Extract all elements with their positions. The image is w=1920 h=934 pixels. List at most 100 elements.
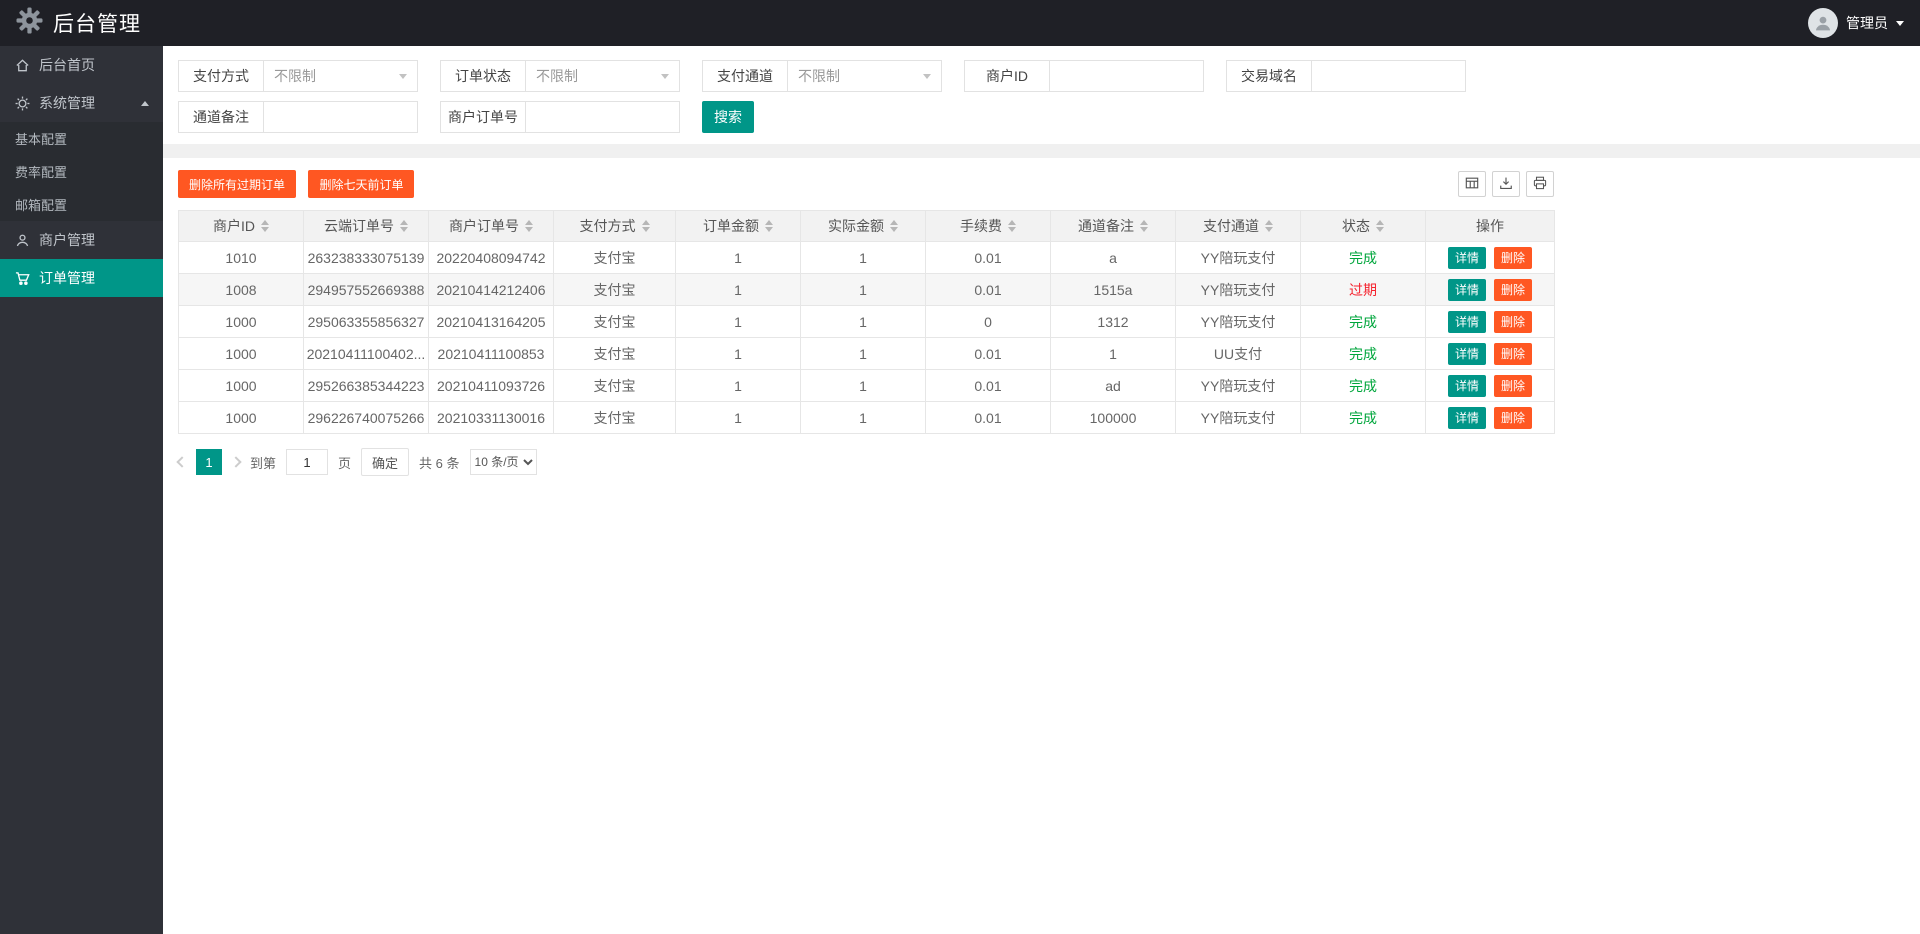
- channel-note-input[interactable]: [263, 101, 418, 133]
- order-status-select[interactable]: 不限制: [525, 60, 680, 92]
- search-button[interactable]: 搜索: [702, 101, 754, 133]
- cell-fee: 0.01: [925, 401, 1051, 434]
- table-row: 1000 20210411100402... 20210411100853 支付宝 1 1…: [178, 337, 1555, 370]
- page-size-select[interactable]: 10 条/页: [469, 449, 537, 475]
- prev-page-button[interactable]: [176, 456, 188, 468]
- sort-icon[interactable]: [525, 220, 533, 232]
- sidebar-item-rate-config[interactable]: 费率配置: [0, 155, 163, 188]
- column-label: 操作: [1476, 218, 1504, 234]
- sidebar-item-merchant[interactable]: 商户管理: [0, 221, 163, 259]
- cell-merchant_order_no: 20210414212406: [428, 273, 554, 306]
- delete-expired-orders-button[interactable]: 删除所有过期订单: [178, 170, 297, 198]
- sidebar-item-system[interactable]: 系统管理: [0, 84, 163, 122]
- cell-merchant_order_no: 20210413164205: [428, 305, 554, 338]
- sidebar-item-basic-config[interactable]: 基本配置: [0, 122, 163, 155]
- delete-button[interactable]: 删除: [1494, 342, 1533, 365]
- sidebar-item-label: 系统管理: [39, 95, 95, 111]
- table-head: 商户ID 云端订单号 商户订单号 支付方式 订单金额 实际金额 手续费 通道备注 支付通道 状态 操…: [178, 210, 1555, 242]
- cell-order_amount: 1: [675, 273, 801, 306]
- confirm-page-button[interactable]: 确定: [361, 448, 410, 476]
- home-icon: [14, 57, 30, 73]
- cell-pay_method: 支付宝: [553, 273, 676, 306]
- next-page-button[interactable]: [230, 456, 242, 468]
- sidebar-item-label: 商户管理: [39, 232, 95, 248]
- cell-actual_amount: 1: [800, 369, 926, 402]
- filter-field-pay-channel: 支付通道 不限制: [702, 60, 942, 92]
- status-text: 完成: [1349, 249, 1377, 266]
- sort-icon[interactable]: [1140, 220, 1148, 232]
- user-menu[interactable]: 管理员: [1808, 8, 1904, 38]
- pay-method-select[interactable]: 不限制: [263, 60, 418, 92]
- detail-button[interactable]: 详情: [1447, 278, 1486, 301]
- status-text: 完成: [1349, 313, 1377, 330]
- delete-button[interactable]: 删除: [1494, 406, 1533, 429]
- sidebar-item-mail-config[interactable]: 邮箱配置: [0, 188, 163, 221]
- delete-button[interactable]: 删除: [1494, 246, 1533, 269]
- sort-icon[interactable]: [765, 220, 773, 232]
- cell-pay_channel: YY陪玩支付: [1175, 369, 1301, 402]
- sidebar-item-orders[interactable]: 订单管理: [0, 259, 163, 297]
- select-value: 不限制: [536, 68, 578, 84]
- detail-button[interactable]: 详情: [1447, 310, 1486, 333]
- delete-button[interactable]: 删除: [1494, 278, 1533, 301]
- sidebar-item-label: 邮箱配置: [15, 198, 68, 213]
- column-header-fee[interactable]: 手续费: [925, 210, 1051, 242]
- current-page[interactable]: 1: [196, 449, 222, 475]
- trade-domain-input[interactable]: [1311, 60, 1466, 92]
- detail-button[interactable]: 详情: [1447, 374, 1486, 397]
- column-header-pay_method[interactable]: 支付方式: [553, 210, 676, 242]
- cell-pay_method: 支付宝: [553, 241, 676, 274]
- cell-cloud_order_no: 295063355856327: [303, 305, 429, 338]
- filter-label: 商户订单号: [440, 101, 526, 133]
- jump-label: 到第: [250, 455, 277, 471]
- cell-actual_amount: 1: [800, 401, 926, 434]
- column-header-pay_channel[interactable]: 支付通道: [1175, 210, 1301, 242]
- sort-icon[interactable]: [1376, 220, 1384, 232]
- chevron-down-icon: [399, 73, 407, 79]
- column-header-merchant_id[interactable]: 商户ID: [178, 210, 304, 242]
- delete-button[interactable]: 删除: [1494, 310, 1533, 333]
- table-columns-button[interactable]: [1458, 171, 1486, 197]
- cell-actual_amount: 1: [800, 273, 926, 306]
- merchant-order-no-input[interactable]: [525, 101, 680, 133]
- column-label: 支付方式: [579, 218, 636, 234]
- pay-channel-select[interactable]: 不限制: [787, 60, 942, 92]
- section-divider: [163, 144, 1920, 158]
- cell-actions: 详情 删除: [1425, 273, 1555, 306]
- column-header-merchant_order_no[interactable]: 商户订单号: [428, 210, 554, 242]
- chevron-down-icon: [661, 73, 669, 79]
- chevron-down-icon: [923, 73, 931, 79]
- total-count: 共 6 条: [419, 455, 460, 471]
- cell-status: 过期: [1300, 273, 1426, 306]
- column-label: 手续费: [960, 218, 1002, 234]
- merchant-id-input[interactable]: [1049, 60, 1204, 92]
- detail-button[interactable]: 详情: [1447, 246, 1486, 269]
- status-text: 完成: [1349, 345, 1377, 362]
- cell-merchant_id: 1000: [178, 401, 304, 434]
- sort-icon[interactable]: [890, 220, 898, 232]
- toolbar-right: [1452, 171, 1554, 197]
- column-header-channel_note[interactable]: 通道备注: [1050, 210, 1176, 242]
- delete-week-old-orders-button[interactable]: 删除七天前订单: [308, 170, 415, 198]
- export-button[interactable]: [1492, 171, 1520, 197]
- detail-button[interactable]: 详情: [1447, 342, 1486, 365]
- sort-icon[interactable]: [400, 220, 408, 232]
- delete-button[interactable]: 删除: [1494, 374, 1533, 397]
- column-header-actual_amount[interactable]: 实际金额: [800, 210, 926, 242]
- detail-button[interactable]: 详情: [1447, 406, 1486, 429]
- column-label: 状态: [1342, 218, 1370, 234]
- column-label: 商户ID: [213, 218, 255, 234]
- sort-icon[interactable]: [1265, 220, 1273, 232]
- sidebar: 后台首页 系统管理 基本配置 费率配置 邮箱配置 商户管理 订单管理: [0, 46, 163, 934]
- sort-icon[interactable]: [261, 220, 269, 232]
- page-jump-input[interactable]: [286, 449, 329, 475]
- column-header-cloud_order_no[interactable]: 云端订单号: [303, 210, 429, 242]
- column-header-status[interactable]: 状态: [1300, 210, 1426, 242]
- sort-icon[interactable]: [1008, 220, 1016, 232]
- table-body: 1010 263238333075139 20220408094742 支付宝 1 1 0.…: [178, 241, 1555, 434]
- column-header-actions: 操作: [1425, 210, 1555, 242]
- column-header-order_amount[interactable]: 订单金额: [675, 210, 801, 242]
- print-button[interactable]: [1526, 171, 1554, 197]
- sort-icon[interactable]: [641, 220, 650, 232]
- sidebar-item-home[interactable]: 后台首页: [0, 46, 163, 84]
